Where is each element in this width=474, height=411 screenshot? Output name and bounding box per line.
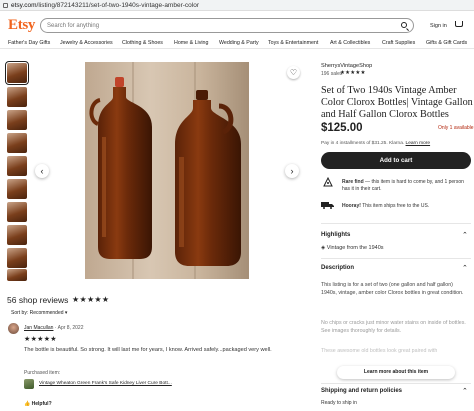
category-art[interactable]: Art & Collectibles [330, 40, 370, 46]
thumbnail-9[interactable] [7, 248, 27, 268]
cart-icon[interactable] [455, 21, 463, 27]
etsy-logo[interactable]: Etsy [8, 17, 35, 34]
category-wedding[interactable]: Wedding & Party [219, 40, 259, 46]
shipping-header[interactable]: Shipping and return policies [321, 388, 402, 394]
ready-to-ship: Ready to ship in [321, 400, 357, 406]
helpful-button[interactable]: 👍 Helpful? [24, 401, 52, 407]
divider [321, 258, 471, 259]
description-text-2: No chips or cracks just minor water stai… [321, 320, 466, 334]
thumbnail-5[interactable] [7, 156, 27, 176]
chevron-up-icon[interactable]: ⌃ [462, 231, 468, 239]
purchased-item-link[interactable]: Vintage Wheaton Green Frank's Safe Kidne… [39, 381, 172, 386]
shop-name-link[interactable]: SherrysVintageShop [321, 63, 372, 69]
category-fathers-day[interactable]: Father's Day Gifts [8, 40, 50, 46]
description-text: This listing is for a set of two (one ga… [321, 282, 464, 296]
highlight-item: ◈ Vintage from the 1940s [321, 245, 384, 251]
purchased-item-thumbnail[interactable] [24, 379, 34, 389]
thumbnail-3[interactable] [7, 110, 27, 130]
heart-icon[interactable]: ♡ [287, 66, 300, 79]
category-toys[interactable]: Toys & Entertainment [268, 40, 318, 46]
url-text: etsy.com/listing/872143211/set-of-two-19… [11, 1, 199, 9]
category-home-living[interactable]: Home & Living [174, 40, 208, 46]
category-clothing[interactable]: Clothing & Shoes [122, 40, 163, 46]
category-craft[interactable]: Craft Supplies [382, 40, 415, 46]
search-icon[interactable] [401, 22, 407, 28]
search-placeholder: Search for anything [47, 22, 100, 29]
description-header[interactable]: Description [321, 265, 354, 271]
chevron-right-icon[interactable]: › [285, 164, 299, 178]
klarna-info: Pay in 4 installments of $31.25. Klarna.… [321, 141, 431, 146]
learn-more-button[interactable]: Learn more about this item [337, 366, 455, 379]
rare-find-icon [323, 177, 333, 187]
thumbs-up-icon: 👍 [24, 401, 32, 407]
thumbnail-2[interactable] [7, 87, 27, 107]
reviews-rating-stars: ★★★★★ [72, 295, 110, 304]
reviews-header: 56 shop reviews [7, 295, 69, 305]
thumbnail-4[interactable] [7, 133, 27, 153]
chevron-up-icon[interactable]: ⌃ [462, 264, 468, 272]
reviewer-info: Jan Macullan · Apr 8, 2022 [24, 325, 84, 331]
thumbnail-10[interactable] [7, 269, 27, 281]
category-jewelry[interactable]: Jewelry & Accessories [60, 40, 113, 46]
truck-icon [321, 202, 334, 209]
divider [321, 223, 471, 224]
thumbnail-8[interactable] [7, 225, 27, 245]
thumbnail-6[interactable] [7, 179, 27, 199]
chevron-left-icon[interactable]: ‹ [35, 164, 49, 178]
description-text-3: These awesome old bottles look great pai… [321, 348, 438, 354]
klarna-learn-more[interactable]: Learn more [406, 141, 431, 146]
product-image [85, 62, 249, 279]
signin-link[interactable]: Sign in [430, 23, 447, 29]
lock-icon [3, 2, 8, 8]
review-text: The bottle is beautiful. So strong. It w… [24, 347, 272, 353]
purchased-label: Purchased item: [24, 370, 61, 376]
category-gifts[interactable]: Gifts & Gift Cards [426, 40, 467, 46]
chevron-up-icon[interactable]: ⌃ [462, 387, 468, 395]
add-to-cart-button[interactable]: Add to cart [321, 152, 471, 169]
divider [321, 383, 471, 384]
thumbnail-7[interactable] [7, 202, 27, 222]
thumbnail-1[interactable] [5, 61, 29, 85]
reviewer-name[interactable]: Jan Macullan [24, 325, 53, 331]
listing-title: Set of Two 1940s Vintage Amber Color Clo… [321, 85, 473, 121]
availability: Only 1 available [438, 125, 474, 131]
review-stars: ★★★★★ [24, 336, 57, 343]
category-nav: Father's Day Gifts Jewelry & Accessories… [0, 38, 474, 49]
highlights-header[interactable]: Highlights [321, 232, 350, 238]
price: $125.00 [321, 122, 363, 134]
bottles-illustration [89, 62, 241, 279]
shop-rating-stars: ★★★★★ [340, 70, 366, 76]
search-input[interactable]: Search for anything [40, 18, 414, 33]
sort-dropdown[interactable]: Sort by: Recommended ▾ [11, 310, 67, 316]
address-bar[interactable]: etsy.com/listing/872143211/set-of-two-19… [0, 0, 474, 11]
avatar [8, 323, 19, 334]
